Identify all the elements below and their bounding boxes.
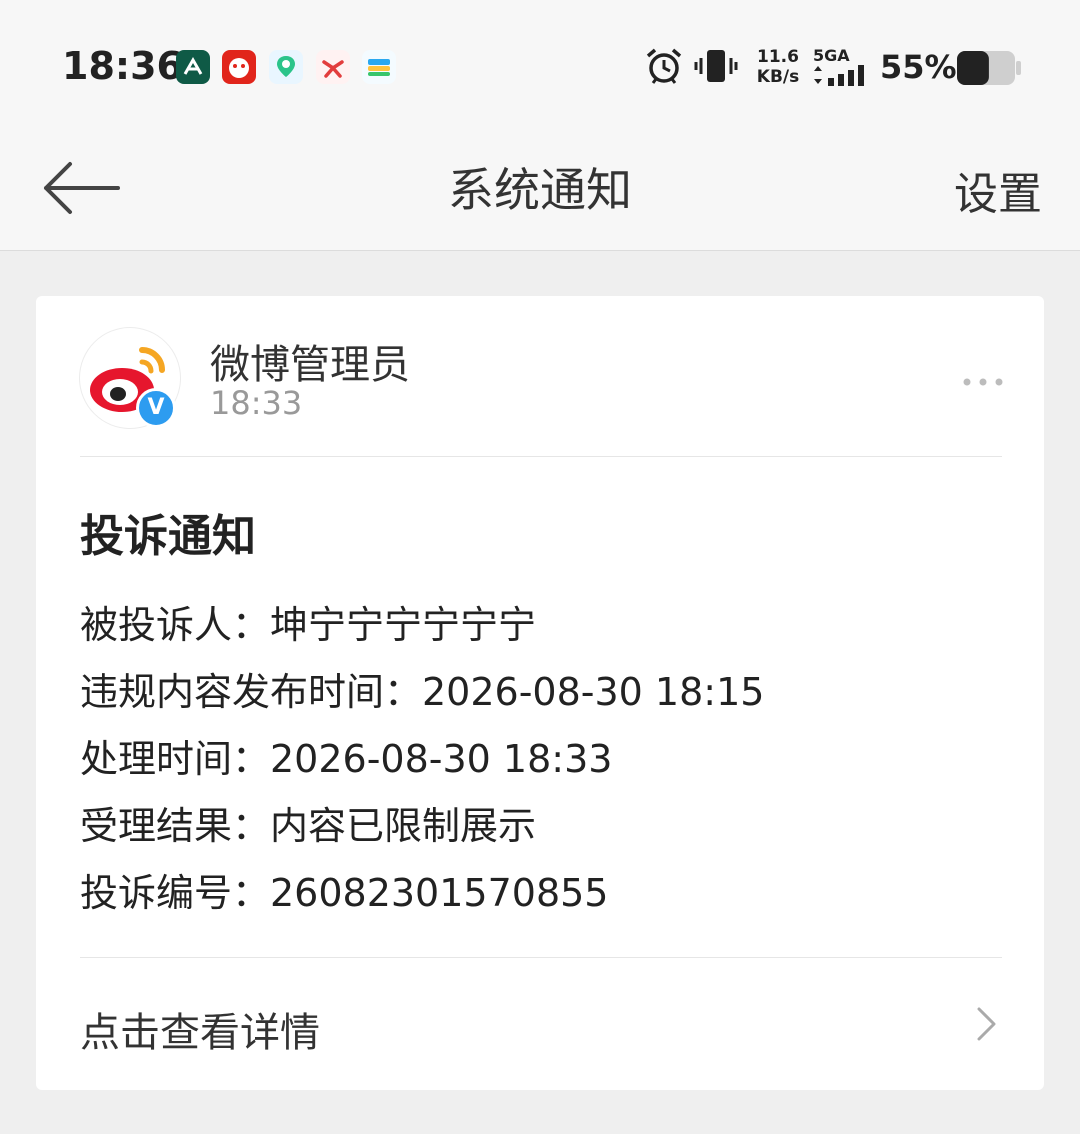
network-speed-value: 11.6 [757, 47, 799, 67]
chevron-right-icon [977, 1007, 996, 1041]
network-speed-unit: KB/s [756, 67, 800, 87]
status-bar: 18:36 11.6 KB/s 5GA 55% [0, 0, 1080, 130]
settings-button[interactable]: 设置 [954, 158, 1042, 222]
view-details-link[interactable]: 点击查看详情 [36, 958, 1044, 1090]
info-line-complaint-number: 投诉编号：26082301570855 [80, 871, 609, 915]
sender-time: 18:33 [210, 384, 303, 422]
notice-title: 投诉通知 [80, 511, 256, 562]
app-icon-jd [222, 50, 256, 84]
signal-label: 5GA [813, 46, 850, 65]
more-dots-icon [963, 378, 1003, 386]
vibrate-icon [694, 50, 738, 82]
sender-name: 微博管理员 [210, 342, 410, 388]
app-icon-wallet [362, 50, 396, 84]
signal-strength-icon [814, 65, 864, 86]
info-line-complained-user: 被投诉人：坤宁宁宁宁宁宁 [80, 603, 537, 647]
top-navigation-bar: 系统通知 设置 [0, 130, 1080, 251]
verified-badge: V [136, 388, 176, 428]
status-time: 18:36 [62, 44, 183, 88]
divider [80, 456, 1002, 457]
more-button[interactable] [962, 360, 1004, 395]
battery-icon [957, 51, 1021, 85]
app-icon-green [176, 50, 210, 84]
app-icon-map [269, 50, 303, 84]
notice-details: 被投诉人：坤宁宁宁宁宁宁 违规内容发布时间：2026-08-30 18:15 处… [80, 594, 764, 929]
page-title: 系统通知 [448, 163, 632, 217]
network-speed: 11.6 KB/s [754, 47, 802, 87]
app-icon-delivery [316, 50, 350, 84]
info-line-process-time: 处理时间：2026-08-30 18:33 [80, 737, 613, 781]
view-details-label: 点击查看详情 [80, 1010, 320, 1056]
notification-card: V 微博管理员 18:33 投诉通知 被投诉人：坤宁宁宁宁宁宁 违规内容发布时间… [36, 296, 1044, 1090]
info-line-publish-time: 违规内容发布时间：2026-08-30 18:15 [80, 670, 765, 714]
info-line-result: 受理结果：内容已限制展示 [80, 804, 537, 848]
alarm-icon [646, 48, 682, 84]
battery-percent: 55% [880, 48, 957, 86]
